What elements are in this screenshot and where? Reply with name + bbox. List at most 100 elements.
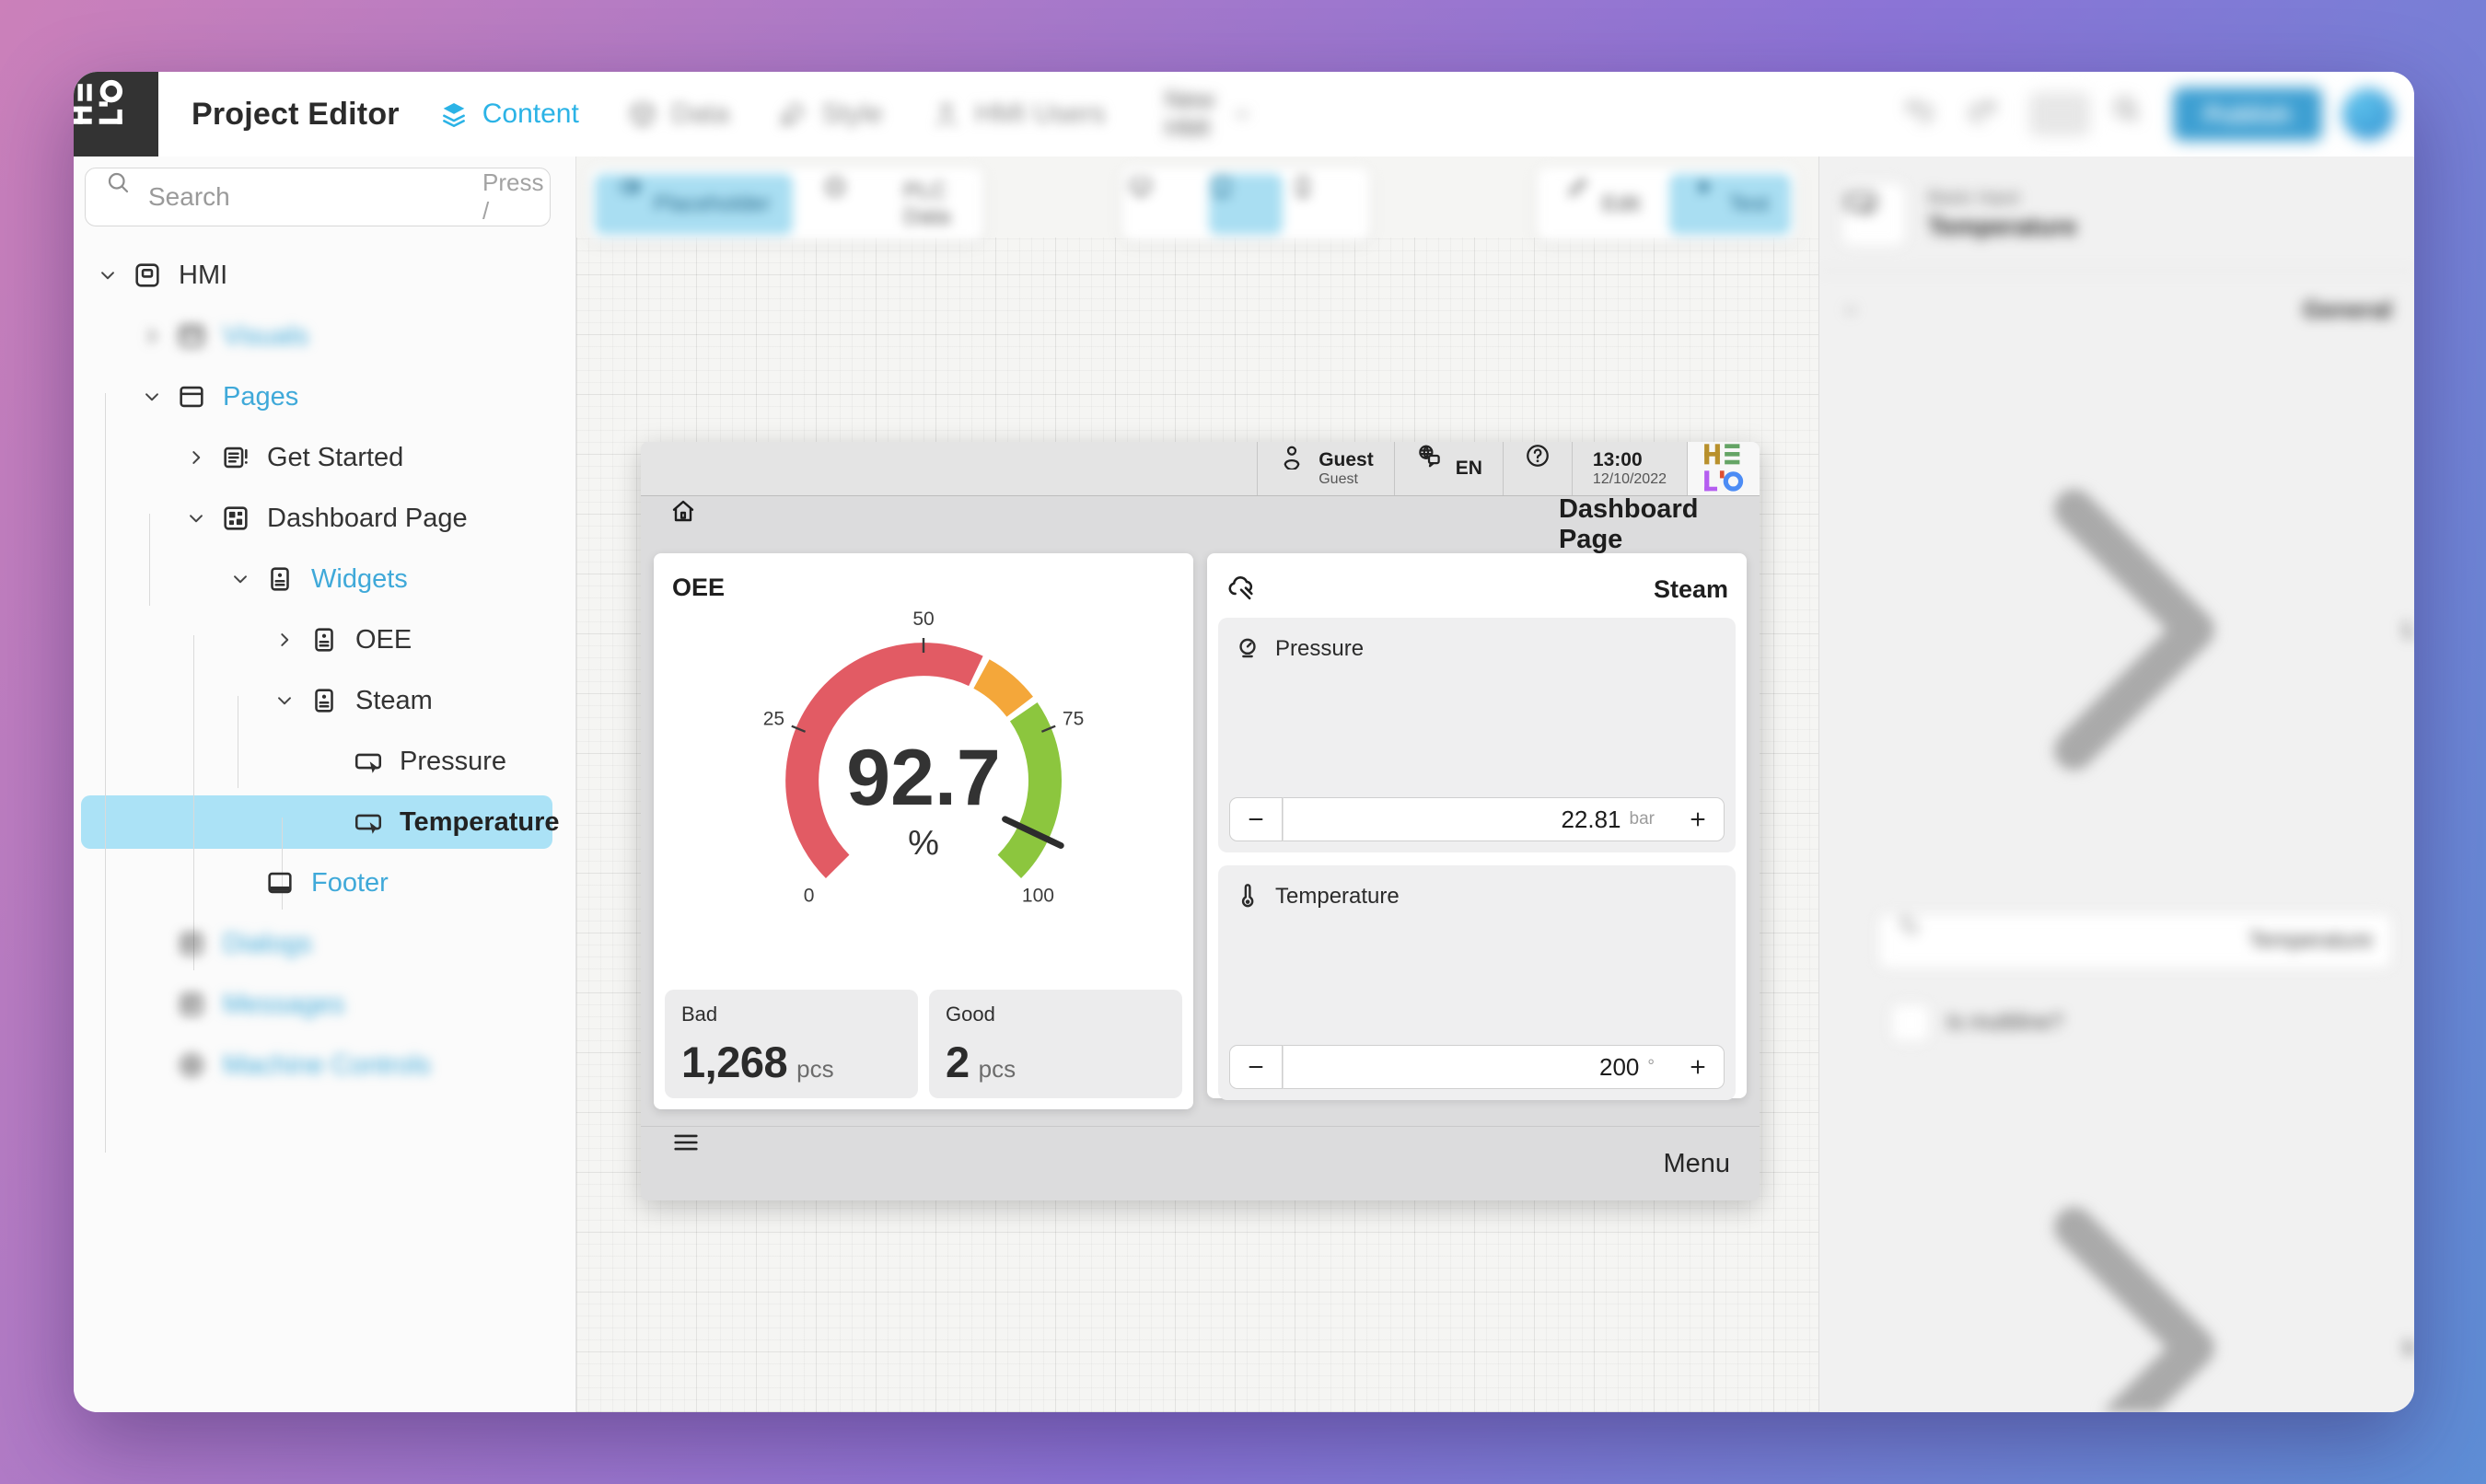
tab-data[interactable]: Data (627, 99, 729, 130)
tree-item-label: HMI (179, 261, 227, 291)
preview-header: Guest Guest EN 1 (641, 442, 1760, 496)
preview-page-title-bar: Dashboard Page (641, 496, 1760, 553)
tree-item-machine-controls[interactable]: Machine Controls (74, 1035, 575, 1096)
tree-item-steam[interactable]: Steam (74, 670, 575, 731)
tab-hmi-users[interactable]: HMI Users (931, 99, 1106, 130)
home-icon (668, 496, 1542, 553)
plc-data-button[interactable]: PLC Data (800, 174, 977, 235)
hmi-preview: Guest Guest EN 1 (641, 442, 1760, 1200)
helio-logo-dark[interactable] (74, 72, 158, 157)
tree-item-temperature[interactable]: Temperature (74, 792, 575, 852)
play-icon (1691, 174, 1717, 235)
search-input[interactable] (146, 181, 482, 213)
tree-item-hmi[interactable]: HMI (74, 245, 575, 306)
tab-style[interactable]: Style (777, 99, 883, 130)
inspector-panel: Basic Input Temperature General Label (1818, 157, 2414, 1412)
user-role: Guest (1319, 471, 1374, 488)
help-cell[interactable] (1503, 442, 1572, 495)
pencil-icon (1565, 174, 1591, 235)
chevron-down-icon[interactable] (90, 258, 125, 293)
tab-content[interactable]: Content (438, 99, 579, 130)
device-desktop-button[interactable] (1128, 174, 1202, 235)
multiline-checkbox-row[interactable]: Is multiline? (1891, 1003, 2392, 1042)
stat-unit: pcs (979, 1055, 1016, 1084)
chevron-spacer (223, 865, 258, 900)
stat-value: 2 (946, 1037, 970, 1087)
multiline-checkbox[interactable] (1891, 1003, 1930, 1042)
tree-item-dashboard-page[interactable]: Dashboard Page (74, 488, 575, 549)
user-cell[interactable]: Guest Guest (1257, 442, 1394, 495)
language-cell[interactable]: EN (1394, 442, 1503, 495)
tree-item-label: Temperature (400, 807, 560, 838)
search-shortcut-hint: Press / (482, 168, 543, 226)
increment-button[interactable] (1671, 1045, 1725, 1089)
tree-item-oee[interactable]: OEE (74, 609, 575, 670)
dialog-icon (173, 986, 210, 1023)
language-code: EN (1456, 458, 1482, 480)
widget-type-label: Basic Input (1928, 188, 2077, 209)
input-icon (350, 743, 387, 780)
increment-button[interactable] (1671, 797, 1725, 841)
search-box[interactable]: Press / (85, 168, 551, 226)
test-mode-button[interactable]: Test (1669, 174, 1791, 235)
chevron-down-icon[interactable] (267, 683, 302, 718)
redo-button[interactable] (1967, 93, 2009, 135)
publish-button[interactable]: Publish (2173, 87, 2322, 141)
chevron-right-icon[interactable] (134, 319, 169, 354)
main-area: Press / HMI VisualsPages Get Started Dashbo… (74, 157, 2414, 1412)
gauge-unit: % (908, 824, 939, 863)
desktop-background: Project Editor Content Data Style HMI Users… (0, 0, 2486, 1484)
steam-card-title: Steam (1207, 553, 1747, 605)
decrement-button[interactable] (1229, 797, 1283, 841)
steam-widget-card[interactable]: Steam Pressure22.81barTemperature200° (1207, 553, 1747, 1098)
oee-stat-good: Good2pcs (929, 990, 1182, 1098)
tab-label: HMI Users (975, 99, 1106, 130)
general-section-header[interactable]: General (1841, 296, 2392, 324)
tree-item-dialogs[interactable]: Dialogs (74, 913, 575, 974)
stepper-unit: bar (1630, 809, 1655, 829)
oee-widget-card[interactable]: OEE 025507510092.7% Bad1,268pcsGood2pcs (654, 553, 1193, 1109)
search-icon (104, 168, 132, 226)
zoom-level-box[interactable] (2029, 92, 2090, 136)
label-value-input[interactable]: Temperature (1878, 913, 2392, 968)
edit-mode-button[interactable]: Edit (1543, 174, 1662, 235)
tree-item-footer[interactable]: Footer (74, 852, 575, 913)
tree-item-label: Get Started (267, 443, 403, 473)
tree-item-pressure[interactable]: Pressure (74, 731, 575, 792)
temperature-value-input[interactable]: 200° (1283, 1045, 1671, 1089)
preview-footer[interactable]: Menu (641, 1126, 1760, 1200)
oee-stats: Bad1,268pcsGood2pcs (665, 990, 1182, 1098)
user-icon (1278, 442, 1306, 495)
undo-button[interactable] (1904, 93, 1946, 135)
input-icon (350, 804, 387, 841)
device-phone-button[interactable] (1290, 174, 1364, 235)
topbar-actions: Publish (1904, 87, 2394, 141)
tree-item-widgets[interactable]: Widgets (74, 549, 575, 609)
placeholder-data-button[interactable]: Placeholder (595, 174, 793, 235)
pressure-value-input[interactable]: 22.81bar (1283, 797, 1671, 841)
chevron-down-icon[interactable] (179, 501, 214, 536)
chevron-down-icon[interactable] (134, 379, 169, 414)
device-tablet-button[interactable] (1209, 174, 1283, 235)
project-selector[interactable]: New HMI (1165, 86, 1302, 143)
tree-item-visuals[interactable]: Visuals (74, 306, 575, 366)
app-title: Project Editor (192, 97, 400, 133)
inspector-content: Basic Input Temperature General Label (1819, 157, 2414, 1412)
canvas: Placeholder PLC Data Edit (576, 157, 1818, 1412)
chevron-right-icon[interactable] (179, 440, 214, 475)
search-button[interactable] (2110, 93, 2153, 135)
stepper-unit: ° (1647, 1057, 1655, 1077)
chevron-right-icon[interactable] (267, 622, 302, 657)
thermo-icon (1233, 882, 1262, 911)
tab-label: Style (821, 99, 883, 130)
tree-item-pages[interactable]: Pages (74, 366, 575, 427)
tree-item-label: Widgets (311, 564, 408, 595)
tree-item-get-started[interactable]: Get Started (74, 427, 575, 488)
main-tabs: Content Data Style HMI Users (438, 99, 1106, 130)
user-name: Guest (1319, 449, 1374, 471)
decrement-button[interactable] (1229, 1045, 1283, 1089)
tree-item-messages[interactable]: Messages (74, 974, 575, 1035)
avatar[interactable] (2342, 88, 2394, 140)
chevron-down-icon[interactable] (223, 562, 258, 597)
page-icon (217, 439, 254, 476)
